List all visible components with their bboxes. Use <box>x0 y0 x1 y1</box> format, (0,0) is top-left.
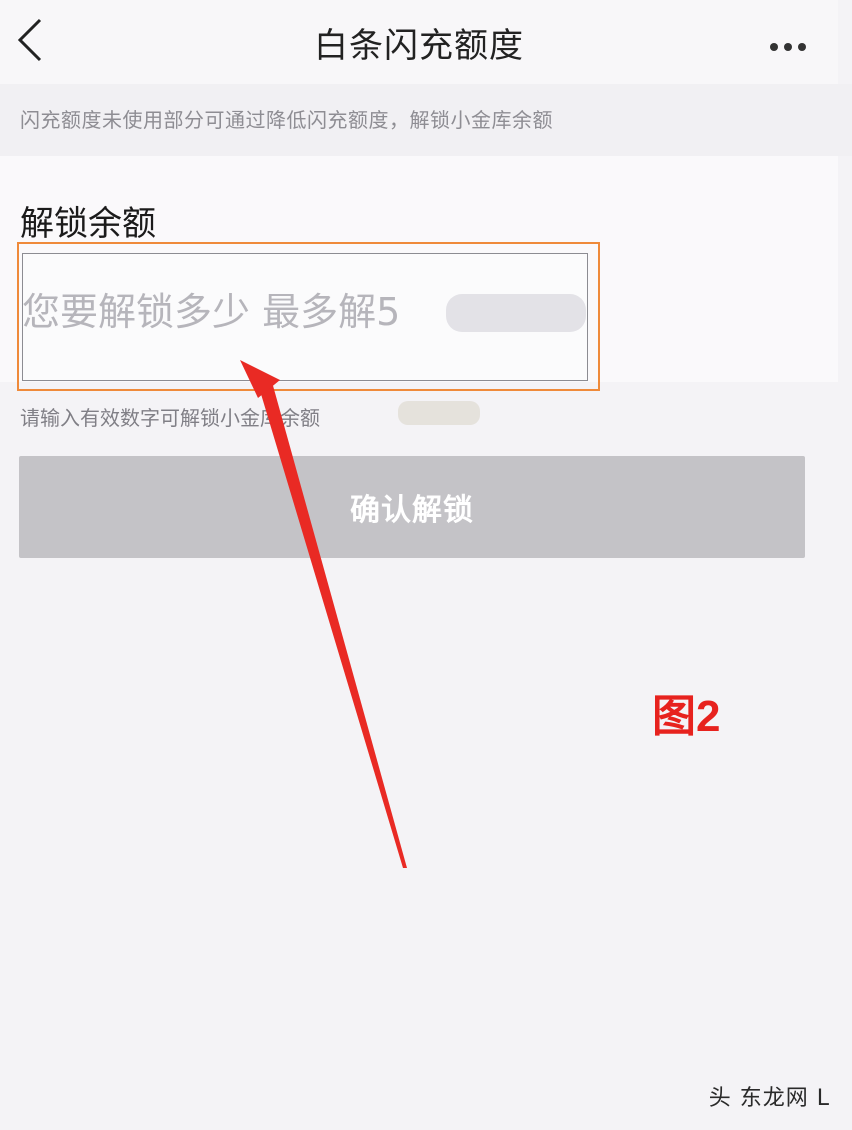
watermark-text: 头 东龙网 L <box>708 1086 830 1111</box>
more-options-icon[interactable] <box>770 36 814 51</box>
masked-hint-amount <box>398 401 480 425</box>
page-title: 白条闪充额度 <box>314 26 524 66</box>
unlock-section-title: 解锁余额 <box>20 204 156 244</box>
confirm-unlock-button[interactable]: 确认解锁 <box>19 456 805 558</box>
top-navbar: 白条闪充额度 <box>0 0 838 84</box>
annotation-highlight-box <box>17 242 600 391</box>
figure-label: 图2 <box>652 692 721 741</box>
input-hint-text: 请输入有效数字可解锁小金库余额 <box>20 406 320 430</box>
notice-text: 闪充额度未使用部分可通过降低闪充额度，解锁小金库余额 <box>20 108 553 132</box>
